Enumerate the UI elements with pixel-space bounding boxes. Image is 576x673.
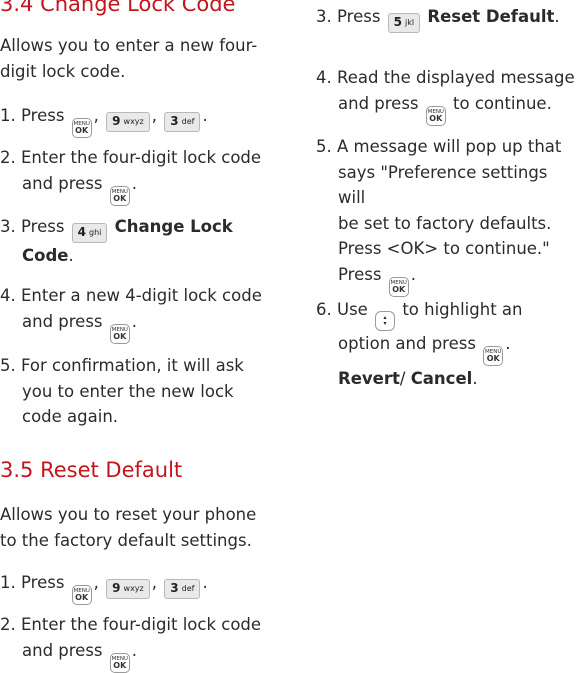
step-2-change-lock: 2. Enter the four-digit lock code and pr…: [0, 145, 261, 206]
intro-text: Allows you to enter a new four-digit loc…: [0, 36, 258, 81]
menu-option-reset-default: Reset Default: [427, 7, 555, 26]
step-4-change-lock: 4. Enter a new 4-digit lock code and pre…: [0, 283, 262, 344]
step-5-reset-default: 5. A message will pop up that says "Pref…: [316, 134, 576, 297]
step-text: 1. Press: [0, 106, 65, 125]
navigation-key-icon: ▴ ▾: [375, 311, 396, 331]
step-3-change-lock: 3. Press 4 ghi Change Lock Code.: [0, 217, 233, 265]
change-lock-code-intro: Allows you to enter a new four-digit loc…: [0, 33, 272, 84]
step-text: 3. Press: [0, 217, 65, 236]
menu-ok-key-icon: MENU OK: [425, 105, 446, 126]
menu-ok-key-icon: MENU OK: [483, 346, 504, 366]
step-text: 4. Enter a new 4-digit lock code: [0, 286, 262, 305]
step-text: 2. Enter the four-digit lock code: [0, 615, 262, 634]
menu-ok-key-icon: MENU OK: [71, 585, 92, 605]
section-title-reset-default: 3.5 Reset Default: [0, 458, 183, 482]
step-3-reset-default: 3. Press 5 jkl Reset Default.: [316, 4, 560, 33]
reset-default-intro: Allows you to reset your phone to the fa…: [0, 505, 257, 550]
key-3-icon: 3 def: [164, 111, 201, 132]
step-2-reset-default: 2. Enter the four-digit lock code and pr…: [0, 612, 261, 673]
key-4-icon: 4 ghi: [71, 222, 108, 243]
section-title-change-lock-code: 3.4 Change Lock Code: [0, 0, 236, 16]
step-6-reset-default: 6. Use ▴ ▾ to highlight an option and pre…: [316, 300, 523, 388]
option-revert: Revert: [338, 369, 400, 388]
step-text: 5. For confirmation, it will ask: [0, 356, 244, 375]
menu-ok-key-icon: MENU OK: [109, 185, 130, 206]
option-cancel: Cancel: [410, 369, 473, 388]
step-1-reset-default: 1. Press MENU OK, 9 wxyz, 3 def.: [0, 570, 208, 605]
step-text: 6. Use: [316, 300, 368, 319]
key-3-icon: 3 def: [164, 578, 201, 599]
step-5-change-lock: 5. For confirmation, it will ask you to …: [0, 356, 244, 426]
step-text: 1. Press: [0, 573, 65, 592]
step-text: 5. A message will pop up that: [316, 137, 562, 156]
key-9-icon: 9 wxyz: [106, 111, 150, 132]
menu-ok-key-icon: MENU OK: [109, 323, 130, 344]
menu-ok-key-icon: MENU OK: [109, 652, 130, 673]
menu-option-change-lock: Change Lock: [114, 217, 233, 236]
menu-ok-key-icon: MENU OK: [71, 118, 92, 138]
step-text: 4. Read the displayed message: [316, 68, 575, 87]
step-text: 2. Enter the four-digit lock code: [0, 148, 262, 167]
key-9-icon: 9 wxyz: [106, 578, 150, 599]
key-5-icon: 5 jkl: [387, 12, 421, 33]
step-4-reset-default: 4. Read the displayed message and press …: [316, 65, 575, 126]
step-1-change-lock: 1. Press MENU OK, 9 wxyz, 3 def.: [0, 103, 208, 138]
menu-ok-key-icon: MENU OK: [388, 276, 409, 297]
step-text: 3. Press: [316, 7, 381, 26]
